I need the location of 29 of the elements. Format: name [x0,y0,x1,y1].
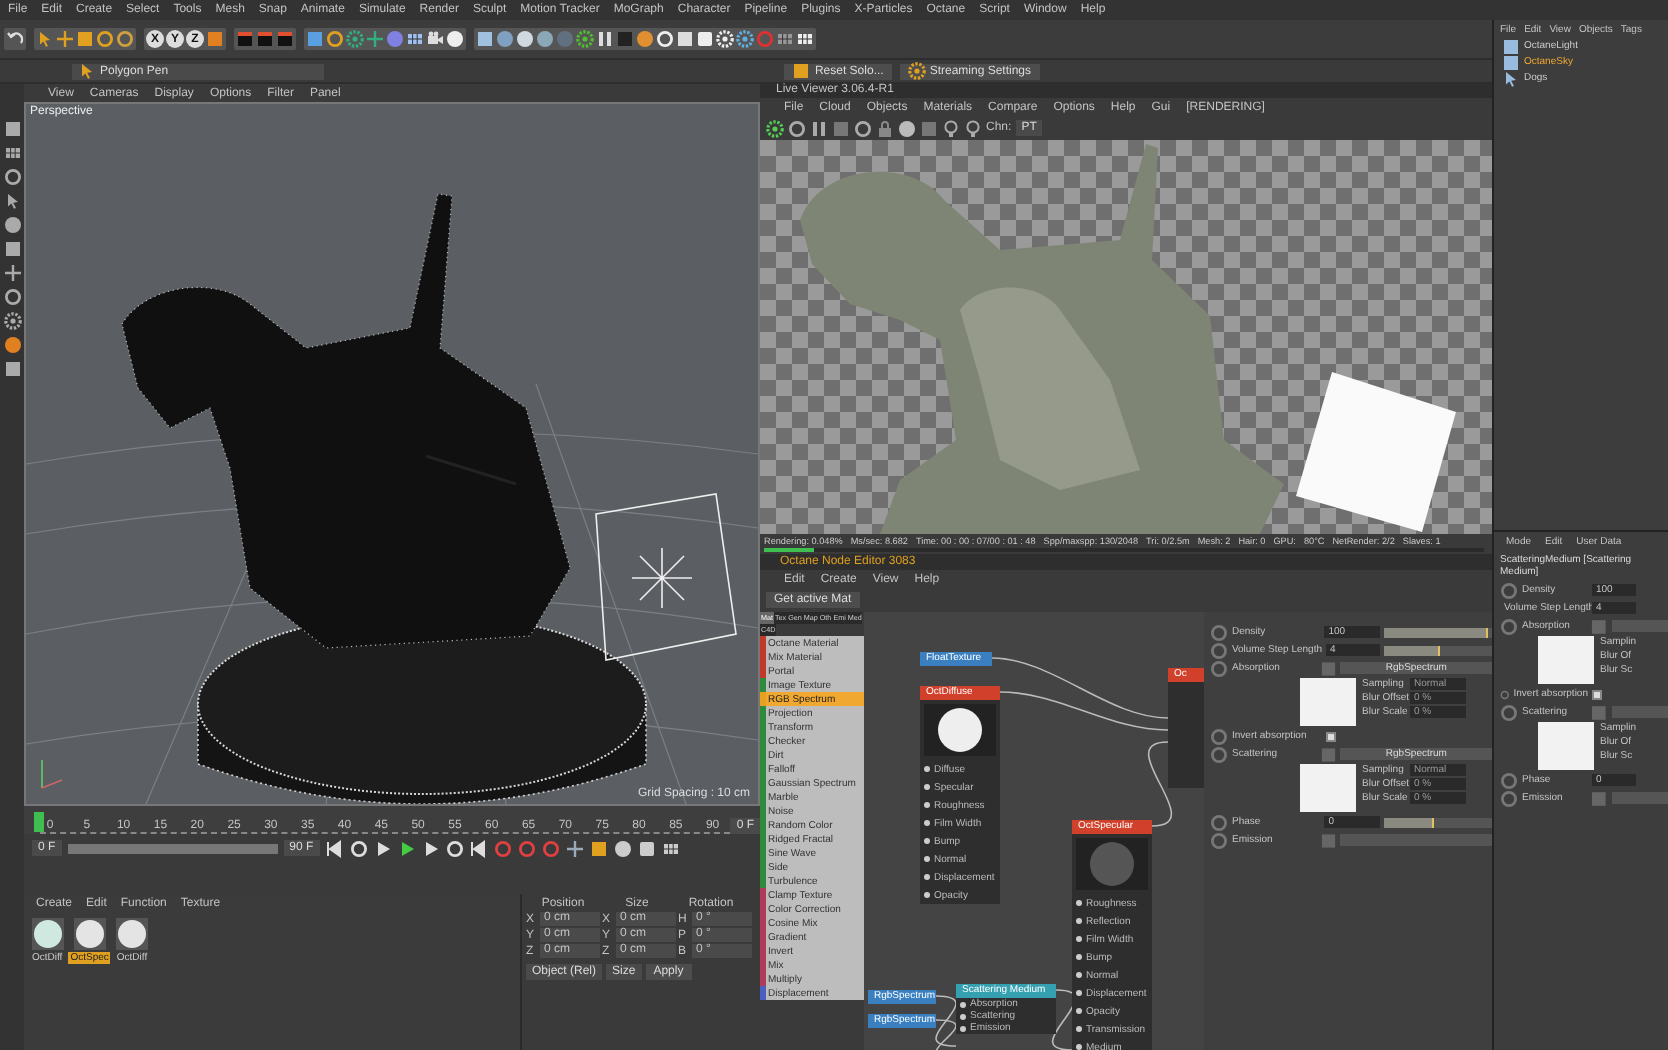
undo-icon[interactable] [6,30,24,48]
settings-icon[interactable] [766,119,784,137]
camera-icon[interactable] [426,30,444,48]
bulb-icon[interactable] [942,119,960,137]
node-wire [1051,989,1077,1050]
lock-icon[interactable] [876,119,894,137]
node-wire [1147,741,1173,827]
color-swatch [1538,636,1594,684]
cursor-icon[interactable] [36,30,54,48]
material-preview-sphere [936,706,984,754]
color-swatch [1538,722,1594,770]
material-preview-sphere [1088,840,1136,888]
checkbox[interactable] [1326,731,1336,741]
pause-icon[interactable] [596,30,614,48]
color-swatch [1300,764,1356,812]
move-icon[interactable] [56,30,74,48]
bulb-icon[interactable] [964,119,982,137]
settings-icon [907,62,926,80]
first-frame-icon[interactable] [325,839,344,857]
next-frame-icon[interactable] [421,839,440,857]
range-slider[interactable] [67,843,278,853]
settings-icon[interactable] [576,30,594,48]
sphere-icon[interactable] [898,119,916,137]
sphere-icon[interactable] [3,216,21,234]
stop-icon[interactable] [832,119,850,137]
color-swatch [1300,678,1356,726]
pause-icon[interactable] [810,119,828,137]
checkbox[interactable] [1592,689,1602,699]
play-icon[interactable] [397,839,416,857]
